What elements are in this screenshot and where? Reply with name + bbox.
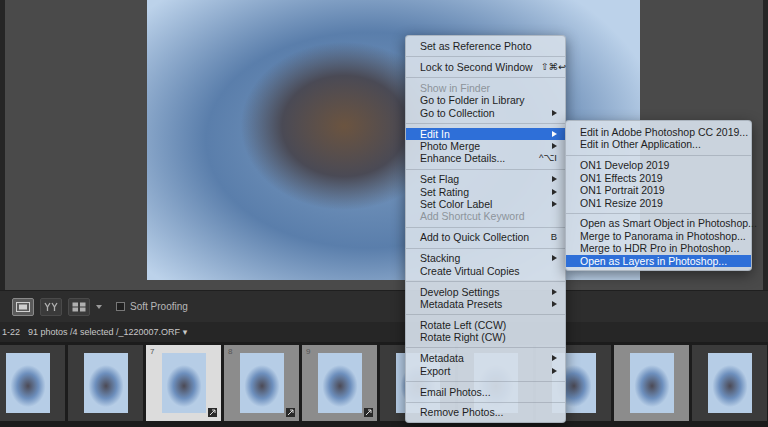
submenu-arrow-icon: [552, 176, 557, 182]
menu-shortcut: B: [551, 231, 557, 243]
view-button[interactable]: [68, 298, 90, 316]
thumbnail: [630, 353, 674, 413]
submenu-item[interactable]: Edit in Other Application...: [566, 138, 751, 150]
dropdown-arrow-icon[interactable]: [96, 305, 102, 309]
submenu-arrow-icon: [552, 201, 557, 207]
menu-item[interactable]: Email Photos...: [406, 386, 565, 398]
menu-item[interactable]: Lock to Second Window⇧⌘↩: [406, 61, 565, 73]
menu-separator: [406, 119, 565, 128]
submenu-arrow-icon: [552, 301, 557, 307]
menu-item[interactable]: Edit In: [406, 128, 565, 140]
filmstrip-cell[interactable]: 7: [146, 345, 221, 421]
submenu-item[interactable]: Edit in Adobe Photoshop CC 2019...: [566, 126, 751, 138]
thumbnail: [240, 353, 284, 413]
submenu-arrow-icon: [552, 355, 557, 361]
loupe-view-icon: [16, 302, 30, 312]
menu-separator: [406, 398, 565, 407]
submenu-arrow-icon: [552, 110, 557, 116]
submenu-arrow-icon: [552, 143, 557, 149]
menu-item[interactable]: Add to Quick CollectionB: [406, 231, 565, 243]
menu-separator: [406, 165, 565, 174]
thumbnail: [708, 353, 752, 413]
menu-separator: [406, 377, 565, 386]
menu-separator: [406, 73, 565, 82]
menu-item[interactable]: Set Color Label: [406, 198, 565, 210]
context-menu: Set as Reference Photo Lock to Second Win…: [405, 35, 566, 423]
menu-item[interactable]: Rotate Right (CW): [406, 331, 565, 343]
submenu-arrow-icon: [552, 255, 557, 261]
edited-badge-icon: [208, 408, 217, 417]
view-button[interactable]: [12, 298, 34, 316]
filmstrip-cell[interactable]: 8: [224, 345, 299, 421]
menu-item[interactable]: Enhance Details...^⌥I: [406, 152, 565, 164]
menu-separator: [406, 344, 565, 353]
menu-item[interactable]: Metadata Presets: [406, 298, 565, 310]
submenu-item[interactable]: ON1 Develop 2019: [566, 159, 751, 171]
menu-item[interactable]: Export: [406, 365, 565, 377]
menu-shortcut: ^⌥I: [539, 152, 557, 164]
compare-view-icon: [44, 302, 58, 312]
thumbnail: [84, 353, 128, 413]
menu-separator: [566, 209, 751, 218]
filmstrip-cell[interactable]: [68, 345, 143, 421]
menu-separator: [566, 151, 751, 160]
menu-item[interactable]: Set Flag: [406, 173, 565, 185]
menu-item[interactable]: Rotate Left (CCW): [406, 319, 565, 331]
menu-item: Show in Finder: [406, 82, 565, 94]
menu-item[interactable]: Metadata: [406, 352, 565, 364]
submenu-arrow-icon: [552, 289, 557, 295]
thumbnail: [318, 353, 362, 413]
thumbnail: [6, 353, 50, 413]
submenu-item[interactable]: ON1 Resize 2019: [566, 197, 751, 209]
submenu-item[interactable]: ON1 Effects 2019: [566, 172, 751, 184]
filmstrip-header: 1-22 91 photos /4 selected /_1220007.ORF …: [0, 322, 768, 342]
menu-item[interactable]: Develop Settings: [406, 286, 565, 298]
menu-separator: [406, 277, 565, 286]
submenu-item[interactable]: Merge to HDR Pro in Photoshop...: [566, 242, 751, 254]
submenu-arrow-icon: [552, 189, 557, 195]
menu-separator: [406, 223, 565, 232]
menu-item[interactable]: Create Virtual Copies: [406, 265, 565, 277]
menu-item[interactable]: Photo Merge: [406, 140, 565, 152]
menu-item[interactable]: Remove Photos...: [406, 406, 565, 418]
edited-badge-icon: [286, 408, 295, 417]
source-label[interactable]: 91 photos /4 selected /_1220007.ORF ▾: [28, 327, 187, 337]
menu-separator: [406, 244, 565, 253]
filmstrip-cell[interactable]: 9: [302, 345, 377, 421]
menu-item[interactable]: Set as Reference Photo: [406, 40, 565, 52]
view-button[interactable]: [40, 298, 62, 316]
submenu-arrow-icon: [552, 131, 557, 137]
submenu-item[interactable]: Open as Layers in Photoshop...: [566, 255, 751, 267]
menu-separator: [406, 52, 565, 61]
edit-in-submenu: Edit in Adobe Photoshop CC 2019...Edit i…: [565, 120, 752, 271]
soft-proofing[interactable]: Soft Proofing: [116, 301, 188, 312]
menu-item[interactable]: Stacking: [406, 252, 565, 264]
filmstrip-cell[interactable]: [0, 345, 65, 421]
survey-view-icon: [72, 302, 86, 312]
menu-shortcut: ⇧⌘↩: [541, 61, 566, 73]
lightroom-window: Soft Proofing 1-22 91 photos /4 selected /…: [0, 0, 768, 427]
menu-item: Add Shortcut Keyword: [406, 210, 565, 222]
submenu-item[interactable]: ON1 Portrait 2019: [566, 184, 751, 196]
filmstrip-cell[interactable]: [614, 345, 689, 421]
soft-proofing-checkbox[interactable]: [116, 302, 125, 311]
menu-separator: [406, 310, 565, 319]
filmstrip: 789: [0, 342, 768, 427]
menu-item[interactable]: Go to Folder in Library: [406, 94, 565, 106]
thumbnail: [162, 353, 206, 413]
menu-item[interactable]: Go to Collection: [406, 107, 565, 119]
toolbar: Soft Proofing: [0, 290, 768, 322]
submenu-arrow-icon: [552, 368, 557, 374]
submenu-item[interactable]: Merge to Panorama in Photoshop...: [566, 230, 751, 242]
range-label: 1-22: [2, 327, 20, 337]
submenu-item[interactable]: Open as Smart Object in Photoshop...: [566, 217, 751, 229]
filmstrip-cell[interactable]: [692, 345, 767, 421]
menu-item[interactable]: Set Rating: [406, 186, 565, 198]
edited-badge-icon: [364, 408, 373, 417]
